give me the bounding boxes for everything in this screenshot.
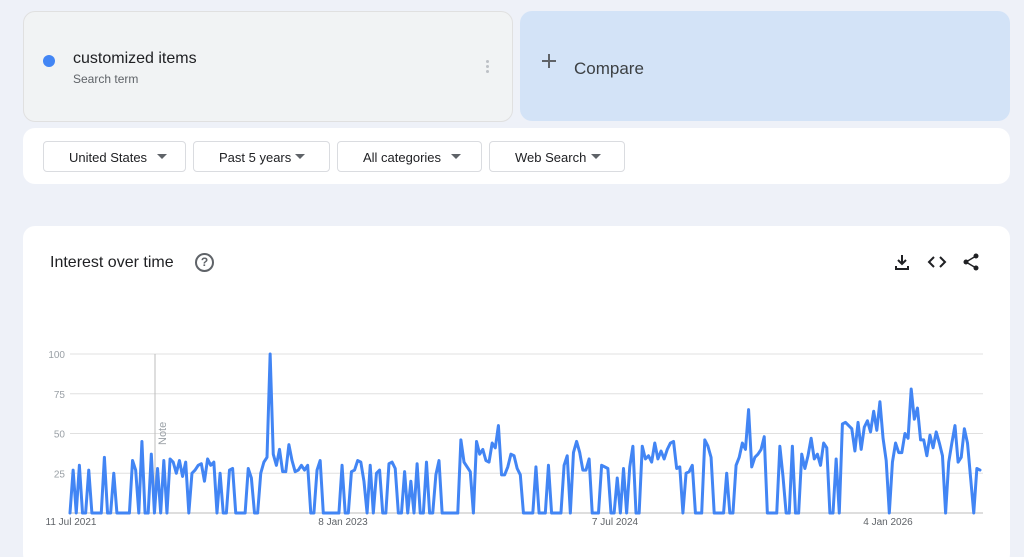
compare-button[interactable]: Compare <box>520 11 1010 121</box>
filter-bar: United States Past 5 years All categorie… <box>23 128 1010 184</box>
filter-search-type-label: Web Search <box>515 150 587 165</box>
download-icon[interactable] <box>892 252 912 272</box>
help-circle-icon[interactable]: ? <box>195 253 214 272</box>
dropdown-arrow-icon <box>591 154 601 159</box>
plus-icon <box>542 54 556 68</box>
chart-title: Interest over time <box>50 254 174 271</box>
filter-region-label: United States <box>69 150 148 165</box>
filter-search-type[interactable]: Web Search <box>489 141 625 172</box>
filter-category[interactable]: All categories <box>337 141 482 172</box>
dropdown-arrow-icon <box>157 154 167 159</box>
filter-category-label: All categories <box>363 150 442 165</box>
share-icon[interactable] <box>961 252 981 272</box>
interest-over-time-card: Interest over time ? <box>23 226 1010 557</box>
embed-code-icon[interactable] <box>927 252 947 272</box>
term-subtitle: Search term <box>73 72 139 86</box>
compare-label: Compare <box>574 59 644 78</box>
term-color-dot <box>43 55 55 67</box>
dropdown-arrow-icon <box>295 154 305 159</box>
more-vert-icon[interactable] <box>483 59 493 75</box>
filter-region[interactable]: United States <box>43 141 186 172</box>
filter-time-range-label: Past 5 years <box>219 150 292 165</box>
search-term-card[interactable]: customized items Search term <box>23 11 513 122</box>
filter-time-range[interactable]: Past 5 years <box>193 141 330 172</box>
term-name: customized items <box>73 50 197 67</box>
dropdown-arrow-icon <box>451 154 461 159</box>
